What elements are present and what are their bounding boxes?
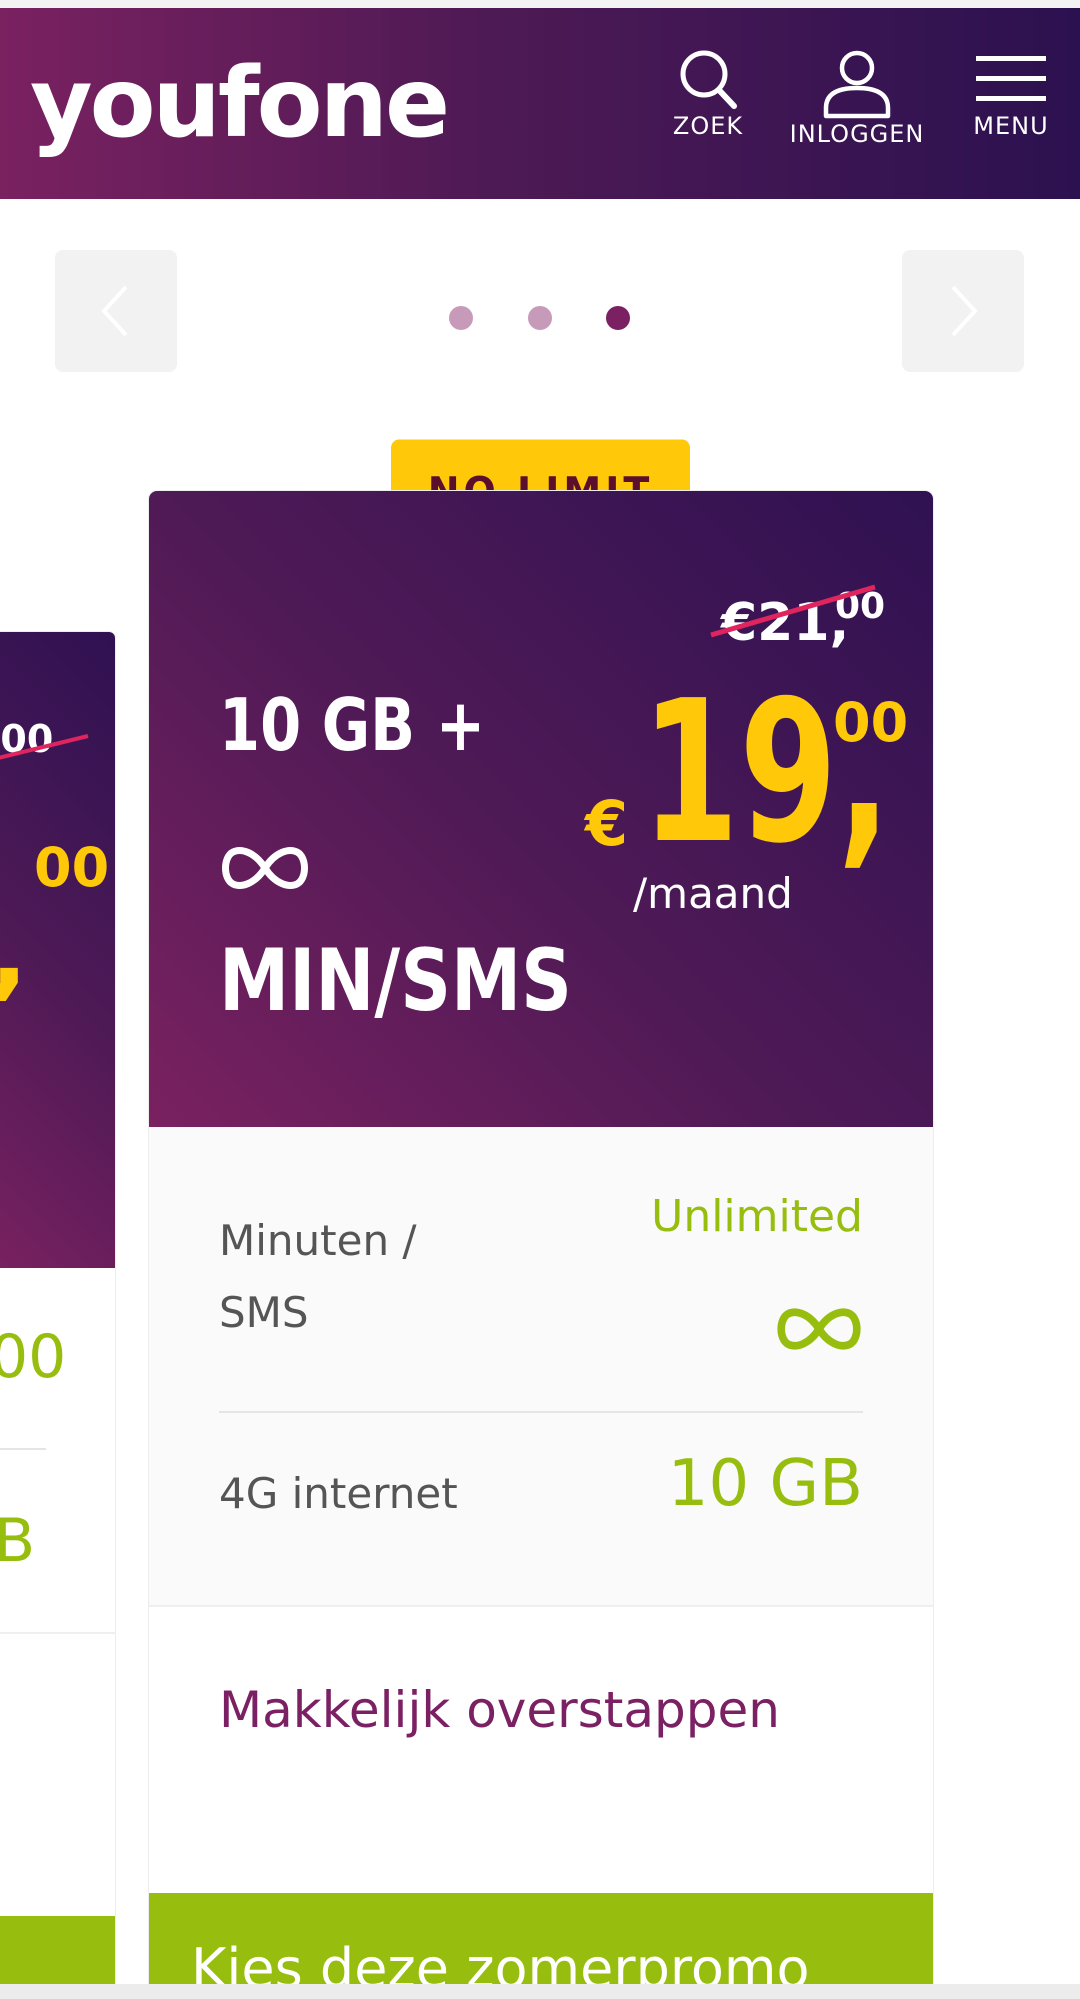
plan-card-header: 10 GB + MIN/SMS €21, 00 € 19, 00 /maand	[149, 491, 933, 1127]
login-label: INLOGGEN	[789, 120, 925, 148]
bottom-bar	[0, 1984, 1080, 1999]
chevron-right-icon	[951, 285, 978, 337]
chevron-left-icon	[101, 285, 128, 337]
plan-data-amount: 10 GB +	[219, 683, 486, 767]
menu-label: MENU	[973, 112, 1049, 140]
internet-label: 4G internet	[219, 1469, 458, 1518]
switch-provider-link[interactable]: Makkelijk overstappen	[219, 1681, 780, 1739]
plan-minutes-sms: MIN/SMS	[219, 931, 572, 1031]
infinity-icon	[777, 1308, 861, 1350]
row-divider	[0, 1632, 115, 1634]
menu-button[interactable]: MENU	[968, 48, 1054, 168]
currency-symbol: €	[585, 787, 629, 860]
internet-value: B	[0, 1506, 36, 1576]
strikethrough-line	[0, 734, 89, 760]
hamburger-icon	[976, 56, 1046, 101]
strikethrough-line	[710, 584, 876, 638]
choose-plan-button[interactable]: ee	[0, 1916, 115, 1992]
search-button[interactable]: ZOEK	[665, 48, 751, 168]
row-divider	[0, 1448, 46, 1450]
minutes-value: 00	[0, 1322, 67, 1392]
minutes-value: Unlimited	[651, 1191, 863, 1242]
user-icon	[823, 50, 891, 119]
plan-card-previous: ,00 00 , 00 B ee	[0, 632, 115, 1992]
infinity-icon	[222, 847, 308, 889]
minutes-label: Minuten / SMS	[219, 1216, 417, 1337]
features-list: Minuten / SMS Unlimited 4G internet 10 G…	[149, 1127, 933, 1607]
youfone-logo[interactable]: youfone	[30, 48, 450, 158]
carousel-prev-button[interactable]	[55, 250, 177, 372]
plan-card-previous-header: ,00 00 ,	[0, 632, 115, 1268]
internet-value: 10 GB	[667, 1447, 863, 1521]
plan-card: 10 GB + MIN/SMS €21, 00 € 19, 00 /maand …	[149, 491, 933, 1992]
search-icon	[680, 50, 737, 109]
price-comma: ,	[0, 894, 28, 1011]
carousel-dot-3[interactable]	[606, 306, 630, 330]
price-period: /maand	[633, 869, 793, 918]
login-button[interactable]: INLOGGEN	[782, 48, 932, 168]
carousel-dot-2[interactable]	[528, 306, 552, 330]
row-divider	[219, 1411, 863, 1413]
search-label: ZOEK	[672, 112, 744, 140]
carousel-next-button[interactable]	[902, 250, 1024, 372]
row-divider	[149, 1605, 933, 1607]
carousel-dot-1[interactable]	[449, 306, 473, 330]
top-strip	[0, 0, 1080, 8]
site-header: youfone ZOEK INLOGGEN MENU	[0, 8, 1080, 199]
choose-plan-button[interactable]: Kies deze zomerpromo	[149, 1893, 933, 1992]
price-cents: 00	[34, 836, 110, 899]
price-cents: 00	[833, 691, 909, 754]
